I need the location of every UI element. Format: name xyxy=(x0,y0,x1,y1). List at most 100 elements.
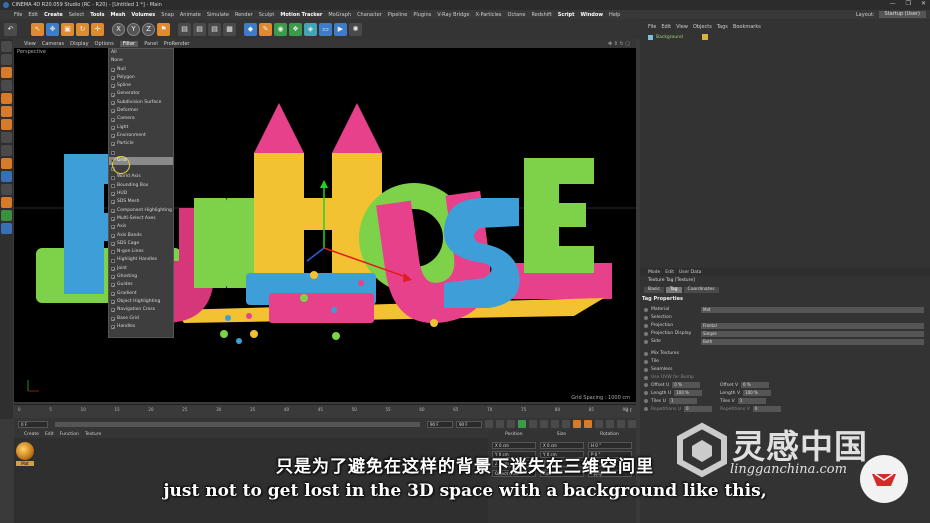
om-menu-bookmarks[interactable]: Bookmarks xyxy=(733,24,761,30)
menu-simulate[interactable]: Simulate xyxy=(207,12,229,18)
filter-item[interactable]: ✓ Axis xyxy=(109,223,173,231)
viewport-menu-panel[interactable]: Panel xyxy=(144,41,158,47)
menu-help[interactable]: Help xyxy=(609,12,620,18)
check-seamless[interactable]: Seamless xyxy=(644,366,924,373)
close-button[interactable]: ✕ xyxy=(921,0,926,7)
filter-item[interactable]: ✓ Base Grid xyxy=(109,315,173,323)
side-select[interactable]: Both xyxy=(701,338,924,345)
play-icon[interactable] xyxy=(518,420,526,428)
length-v-field[interactable]: 100 % xyxy=(743,390,772,396)
material-menu-texture[interactable]: Texture xyxy=(85,432,101,437)
undo-icon[interactable]: ↶ xyxy=(4,22,17,36)
check-tile[interactable]: Tile xyxy=(644,358,924,365)
am-menu-mode[interactable]: Mode xyxy=(648,270,660,275)
tiles-v-field[interactable]: 1 xyxy=(737,398,766,404)
deformer-icon[interactable]: ◈ xyxy=(304,22,317,36)
projection-select[interactable]: Frontal xyxy=(701,322,924,329)
menu-tools[interactable]: Tools xyxy=(90,12,104,18)
solo-icon[interactable] xyxy=(1,184,12,195)
filter-item[interactable]: ✓ Light xyxy=(109,124,173,132)
filter-item[interactable]: ✓ Polygon xyxy=(109,74,173,82)
filter-item[interactable]: ✓ Subdivision Surface xyxy=(109,99,173,107)
material-link-field[interactable]: Mat xyxy=(701,306,924,313)
points-mode-icon[interactable] xyxy=(1,93,12,104)
menu-octane[interactable]: Octane xyxy=(508,12,526,18)
menu-motion-tracker[interactable]: Motion Tracker xyxy=(280,12,322,18)
live-select-icon[interactable]: ↖ xyxy=(31,22,44,36)
cube-icon[interactable]: ◆ xyxy=(244,22,257,36)
viewport-menu-view[interactable]: View xyxy=(24,41,36,47)
x-axis-button[interactable]: X xyxy=(112,22,125,36)
key-position-icon[interactable] xyxy=(606,420,614,428)
filter-item[interactable]: ✓ Navigation Cross xyxy=(109,306,173,314)
move-icon[interactable]: ✥ xyxy=(46,22,59,36)
filter-item[interactable]: ✓ Null xyxy=(109,66,173,74)
octane-icon[interactable]: ▦ xyxy=(223,22,236,36)
check-mix-textures[interactable]: Mix Textures xyxy=(644,350,924,357)
record-icon[interactable] xyxy=(573,420,581,428)
filter-item[interactable]: ✓ Environment xyxy=(109,132,173,140)
filter-item[interactable]: ✓ Multi-Select Axes xyxy=(109,215,173,223)
projection-display-select[interactable]: Simple xyxy=(701,330,924,337)
menu-vray-bridge[interactable]: V-Ray Bridge xyxy=(437,12,469,18)
viewport-menu-display[interactable]: Display xyxy=(70,41,88,47)
frame-range-slider[interactable] xyxy=(55,421,420,427)
menu-file[interactable]: File xyxy=(14,12,22,18)
loop-icon[interactable] xyxy=(562,420,570,428)
menu-render[interactable]: Render xyxy=(235,12,253,18)
layout-select[interactable]: Startup (User) xyxy=(878,11,926,18)
snap-icon[interactable] xyxy=(1,158,12,169)
size-x-field[interactable]: X 0 cm xyxy=(540,442,584,449)
scale-icon[interactable]: ▣ xyxy=(61,22,74,36)
menu-mograph[interactable]: MoGraph xyxy=(328,12,351,18)
edges-mode-icon[interactable] xyxy=(1,106,12,117)
current-frame-field[interactable]: 90 F xyxy=(456,420,482,428)
keyframe-selection-icon[interactable] xyxy=(595,420,603,428)
filter-item[interactable]: World Axis xyxy=(109,173,173,181)
coordinate-system-icon[interactable]: ⚑ xyxy=(157,22,170,36)
filter-item[interactable]: ✓ Component Highlighting xyxy=(109,207,173,215)
rotation-h-field[interactable]: H 0 ° xyxy=(588,442,632,449)
filter-item[interactable]: ✓ SDS Mesh xyxy=(109,198,173,206)
subtab-coordinates[interactable]: Coordinates xyxy=(683,287,719,293)
material-menu-create[interactable]: Create xyxy=(24,432,39,437)
polygons-mode-icon[interactable] xyxy=(1,119,12,130)
filter-item[interactable]: ✓ Joint xyxy=(109,265,173,273)
menu-x-particles[interactable]: X-Particles xyxy=(475,12,501,18)
autokey-icon[interactable] xyxy=(584,420,592,428)
object-row-background[interactable]: Background xyxy=(640,33,930,41)
filter-item[interactable]: Bounding Box xyxy=(109,182,173,190)
menu-animate[interactable]: Animate xyxy=(180,12,201,18)
symmetry-icon[interactable] xyxy=(1,210,12,221)
filter-item[interactable]: ✓ Deformer xyxy=(109,107,173,115)
viewport-menu-options[interactable]: Options xyxy=(95,41,114,47)
filter-item[interactable]: ✓ SDS Cage xyxy=(109,240,173,248)
model-mode-icon[interactable] xyxy=(1,54,12,65)
viewport-menu-filter[interactable]: Filter xyxy=(119,40,139,47)
tiles-u-field[interactable]: 1 xyxy=(668,398,697,404)
material-menu-edit[interactable]: Edit xyxy=(45,432,54,437)
filter-item[interactable]: ✓ Handles xyxy=(109,323,173,331)
y-axis-button[interactable]: Y xyxy=(127,22,140,36)
workplane-icon[interactable] xyxy=(1,80,12,91)
menu-volumes[interactable]: Volumes xyxy=(131,12,155,18)
om-menu-tags[interactable]: Tags xyxy=(717,24,728,30)
filter-item[interactable]: None xyxy=(109,57,173,65)
menu-edit[interactable]: Edit xyxy=(28,12,38,18)
am-menu-user-data[interactable]: User Data xyxy=(679,270,701,275)
subtab-tag[interactable]: Tag xyxy=(665,287,682,293)
filter-item[interactable]: ✓ Gradient xyxy=(109,290,173,298)
z-axis-button[interactable]: Z xyxy=(142,22,155,36)
go-to-start-icon[interactable] xyxy=(485,420,493,428)
minimize-button[interactable]: — xyxy=(890,0,896,7)
subdivision-icon[interactable]: ◉ xyxy=(274,22,287,36)
check-use-uvw-for-bump[interactable]: Use UVW for Bump xyxy=(644,374,924,381)
go-to-end-icon[interactable] xyxy=(551,420,559,428)
maximize-button[interactable]: ❐ xyxy=(906,0,911,7)
pen-icon[interactable]: ✎ xyxy=(259,22,272,36)
mograph-icon[interactable]: ❖ xyxy=(289,22,302,36)
menu-window[interactable]: Window xyxy=(581,12,603,18)
workplane-lock-icon[interactable] xyxy=(1,171,12,182)
timeline-ruler[interactable]: 0 5 10 15 20 25 30 35 40 45 50 55 60 65 70 75 80 85 90 0 F xyxy=(14,404,636,418)
menu-character[interactable]: Character xyxy=(357,12,382,18)
